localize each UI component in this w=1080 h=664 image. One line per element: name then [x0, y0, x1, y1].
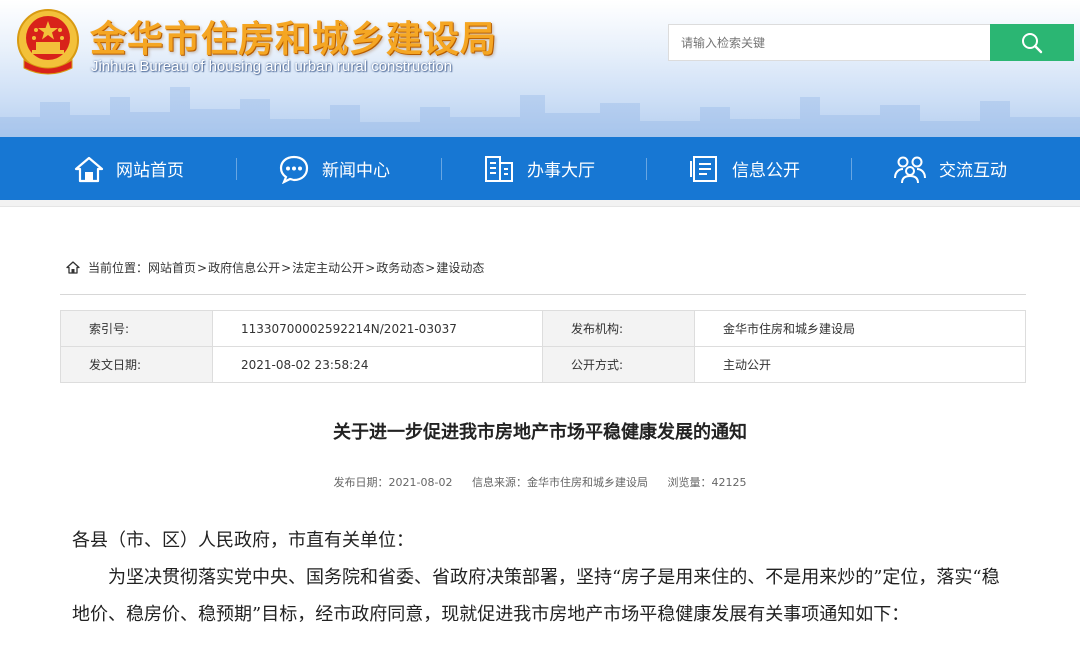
search-input[interactable] [668, 24, 990, 61]
breadcrumb-separator: > [365, 260, 376, 275]
nav-item-label: 交流互动 [939, 161, 1007, 181]
breadcrumb-separator: > [197, 260, 208, 275]
info-source: 信息来源：金华市住房和城乡建设局 [471, 476, 648, 489]
article-body: 各县（市、区）人民政府，市直有关单位： 为坚决贯彻落实党中央、国务院和省委、省政… [72, 522, 1012, 633]
issue-date-label: 发文日期: [60, 346, 213, 383]
national-emblem-logo [17, 9, 79, 75]
search-icon [1022, 32, 1043, 53]
site-header: 金华市住房和城乡建设局 Jinhua Bureau of housing and… [0, 0, 1080, 137]
nav-item-label: 网站首页 [116, 161, 184, 181]
site-subtitle: Jinhua Bureau of housing and urban rural… [91, 58, 453, 75]
breadcrumb-link-gov-news[interactable]: 政务动态 [376, 259, 424, 276]
nav-item-label: 新闻中心 [322, 161, 390, 181]
view-count: 浏览量：42125 [667, 476, 747, 489]
home-icon [74, 156, 104, 182]
people-icon [894, 156, 926, 183]
index-number-value: 11330700002592214N/2021-03037 [212, 310, 543, 347]
document-meta-table: 索引号: 11330700002592214N/2021-03037 发布机构:… [60, 310, 1026, 383]
breadcrumb: 当前位置： 网站首页 > 政府信息公开 > 法定主动公开 > 政务动态 > 建设… [66, 259, 484, 276]
nav-item-home[interactable]: 网站首页 [74, 137, 184, 200]
home-icon [66, 261, 80, 274]
nav-item-label: 办事大厅 [527, 161, 595, 181]
disclosure-mode-label: 公开方式: [542, 346, 695, 383]
issue-date-value: 2021-08-02 23:58:24 [212, 346, 543, 383]
main-navigation: 网站首页 新闻中心 办事大厅 信息公开 交流互动 [0, 137, 1080, 200]
article-salutation: 各县（市、区）人民政府，市直有关单位： [72, 530, 414, 551]
nav-item-info-disclosure[interactable]: 信息公开 [688, 137, 800, 200]
chat-bubble-icon [279, 155, 309, 184]
table-row: 发文日期: 2021-08-02 23:58:24 公开方式: 主动公开 [60, 346, 1026, 383]
publish-date: 发布日期：2021-08-02 [333, 476, 453, 489]
breadcrumb-separator: > [281, 260, 292, 275]
index-number-label: 索引号: [60, 310, 213, 347]
breadcrumb-prefix: 当前位置： [88, 261, 149, 275]
article-info: 发布日期：2021-08-02 信息来源：金华市住房和城乡建设局 浏览量：421… [0, 474, 1080, 490]
publishing-org-label: 发布机构: [542, 310, 695, 347]
article-title: 关于进一步促进我市房地产市场平稳健康发展的通知 [333, 422, 747, 443]
nav-divider [646, 158, 647, 180]
city-skyline-decoration [0, 87, 1080, 137]
table-row: 索引号: 11330700002592214N/2021-03037 发布机构:… [60, 310, 1026, 347]
site-title: 金华市住房和城乡建设局 [90, 19, 498, 60]
breadcrumb-link-gov-info[interactable]: 政府信息公开 [208, 259, 280, 276]
main-content: 当前位置： 网站首页 > 政府信息公开 > 法定主动公开 > 政务动态 > 建设… [0, 206, 1080, 664]
breadcrumb-separator: > [425, 260, 436, 275]
office-icon [485, 155, 513, 182]
document-icon [690, 155, 717, 182]
publishing-org-value: 金华市住房和城乡建设局 [694, 310, 1026, 347]
breadcrumb-link-home[interactable]: 网站首页 [148, 259, 196, 276]
nav-item-news[interactable]: 新闻中心 [278, 137, 390, 200]
nav-item-interaction[interactable]: 交流互动 [893, 137, 1007, 200]
nav-divider [851, 158, 852, 180]
article-paragraph: 为坚决贯彻落实党中央、国务院和省委、省政府决策部署，坚持“房子是用来住的、不是用… [72, 567, 1000, 625]
disclosure-mode-value: 主动公开 [694, 346, 1026, 383]
breadcrumb-link-statutory[interactable]: 法定主动公开 [292, 259, 364, 276]
nav-divider [441, 158, 442, 180]
breadcrumb-link-construction-news[interactable]: 建设动态 [436, 259, 484, 276]
nav-divider [236, 158, 237, 180]
nav-item-label: 信息公开 [732, 161, 800, 181]
search-button[interactable] [990, 24, 1074, 61]
breadcrumb-divider [60, 294, 1026, 295]
nav-item-services[interactable]: 办事大厅 [483, 137, 595, 200]
